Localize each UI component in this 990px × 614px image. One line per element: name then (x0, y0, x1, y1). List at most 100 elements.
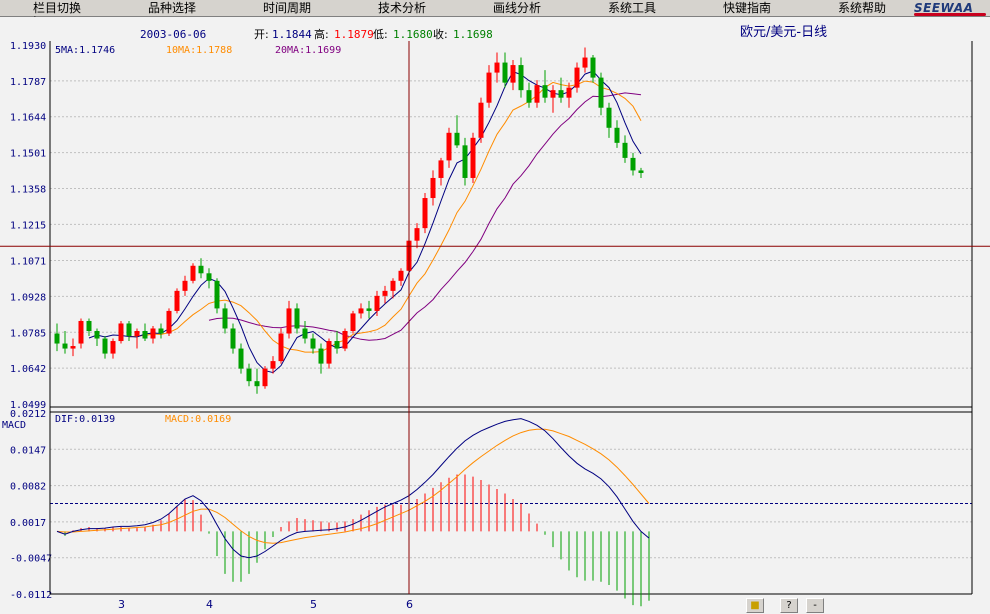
chart-area[interactable]: 1.1930 1.1787 1.1644 1.1501 1.1358 1.1215 1.10… (0, 17, 990, 614)
menu-item-drawing-analysis[interactable]: 画线分析 (493, 0, 541, 16)
candle-body (542, 85, 548, 98)
candle-body (286, 308, 292, 334)
candle-body (126, 323, 132, 337)
candle-body (470, 137, 476, 178)
candle-body (534, 85, 540, 103)
ma20-legend: 20MA:1.1699 (275, 45, 341, 56)
candle-body (358, 308, 364, 314)
menu-item-select-symbol[interactable]: 品种选择 (148, 0, 196, 16)
candle-body (206, 273, 212, 281)
help-button[interactable]: ? (780, 598, 798, 613)
macd-tick-label: 0.0017 (10, 518, 46, 529)
candle-body (70, 346, 76, 349)
candle-body (550, 90, 556, 98)
candle-body (182, 280, 188, 291)
minimize-button[interactable]: - (806, 598, 824, 613)
macd-indicator-name: MACD (2, 420, 26, 431)
candle-body (166, 310, 172, 334)
price-tick-label: 1.1644 (10, 113, 46, 124)
candle-body (334, 341, 340, 349)
candle-body (366, 308, 372, 311)
macd-tick-label: 0.0147 (10, 445, 46, 456)
candle-body (254, 381, 260, 387)
candle-body (598, 77, 604, 108)
chart-type-button[interactable]: ■ (746, 598, 764, 613)
info-high-value: 1.1879 (334, 28, 374, 41)
candle-body (310, 338, 316, 349)
price-tick-label: 1.1215 (10, 220, 46, 231)
candle-body (342, 330, 348, 349)
candle-body (382, 290, 388, 296)
x-tick-label: 3 (118, 598, 125, 611)
candle-body (574, 67, 580, 88)
menu-item-switch-section[interactable]: 栏目切换 (33, 0, 81, 16)
price-tick-label: 1.1501 (10, 149, 46, 160)
candle-body (446, 132, 452, 161)
candle-body (118, 323, 124, 342)
price-tick-label: 1.1358 (10, 184, 46, 195)
candle-body (486, 72, 492, 103)
info-low-label: 低: (373, 28, 388, 41)
candle-body (494, 62, 500, 73)
candle-body (390, 280, 396, 291)
x-tick-label: 6 (406, 598, 413, 611)
macd-tick-label: -0.0047 (10, 554, 52, 565)
info-close-label: 收: (433, 27, 448, 41)
candle-body (518, 65, 524, 91)
candle-body (350, 313, 356, 331)
menu-item-system-help[interactable]: 系统帮助 (838, 0, 886, 16)
candle-body (558, 90, 564, 98)
candle-body (606, 107, 612, 128)
x-tick-label: 5 (310, 598, 317, 611)
menu-item-time-period[interactable]: 时间周期 (263, 0, 311, 16)
candle-body (174, 290, 180, 311)
candle-body (430, 177, 436, 199)
info-close-value: 1.1698 (453, 28, 493, 41)
info-date: 2003-06-06 (140, 28, 206, 41)
candle-body (230, 328, 236, 349)
price-tick-label: 1.1930 (10, 41, 46, 52)
candle-body (614, 127, 620, 143)
candle-body (422, 198, 428, 229)
menu-item-technical-analysis[interactable]: 技术分析 (378, 0, 426, 16)
candle-body (110, 341, 116, 354)
candle-body (526, 90, 532, 103)
candle-body (222, 308, 228, 329)
candle-body (78, 320, 84, 344)
candle-body (278, 333, 284, 362)
candle-body (630, 157, 636, 171)
candle-body (638, 170, 644, 173)
info-low-value: 1.1680 (393, 28, 433, 41)
candle-body (502, 62, 508, 83)
macd-tick-label: 0.0212 (10, 409, 46, 420)
candle-body (590, 57, 596, 78)
candle-body (142, 330, 148, 339)
candle-body (62, 343, 68, 349)
candle-body (270, 361, 276, 369)
dif-legend: DIF:0.0139 (55, 414, 115, 425)
candle-body (566, 87, 572, 98)
candle-body (622, 142, 628, 158)
candle-body (462, 145, 468, 178)
menu-item-hotkey-guide[interactable]: 快键指南 (723, 0, 771, 16)
menu-bar: 栏目切换 品种选择 时间周期 技术分析 画线分析 系统工具 快键指南 系统帮助 … (0, 0, 990, 17)
macd-tick-label: -0.0112 (10, 590, 52, 601)
seewaa-logo: SEEWAA (914, 0, 986, 16)
menu-item-system-tools[interactable]: 系统工具 (608, 0, 656, 16)
price-tick-label: 1.1787 (10, 77, 46, 88)
x-tick-label: 4 (206, 598, 213, 611)
candle-body (54, 333, 60, 344)
ma5-legend: 5MA:1.1746 (55, 45, 115, 56)
info-open-value: 1.1844 (272, 28, 312, 41)
candle-body (510, 65, 516, 83)
status-buttons: ■ ? - (738, 597, 828, 614)
candle-body (198, 265, 204, 274)
candle-body (246, 368, 252, 382)
candle-body (158, 328, 164, 334)
macd-legend: MACD:0.0169 (165, 414, 231, 425)
candle-body (414, 228, 420, 241)
candle-body (438, 160, 444, 178)
candle-body (102, 338, 108, 354)
info-open-label: 开: (254, 28, 269, 41)
price-tick-label: 1.0642 (10, 364, 46, 375)
